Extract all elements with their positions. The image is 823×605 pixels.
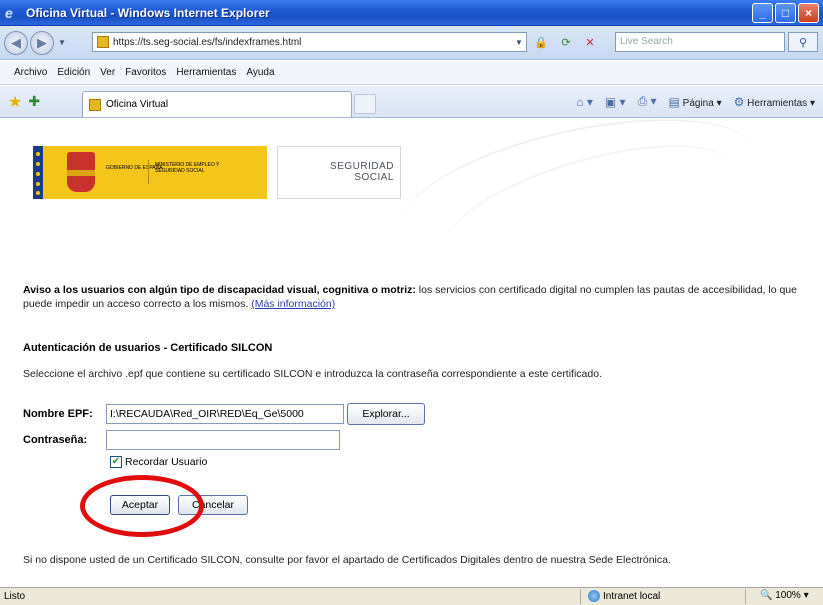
logo-separator <box>148 160 149 184</box>
new-tab-button[interactable] <box>354 94 376 114</box>
page-content: GOBIERNO DE ESPAÑA MINISTERIO DE EMPLEO … <box>0 119 823 587</box>
add-favorite-icon[interactable]: ✚ <box>28 93 40 110</box>
epf-label: Nombre EPF: <box>23 408 93 420</box>
remember-user[interactable]: ✔ Recordar Usuario <box>110 456 207 468</box>
window-controls: _ □ × <box>752 3 819 23</box>
feeds-icon[interactable]: ▣ ▾ <box>605 95 626 109</box>
eu-stripe <box>33 146 43 199</box>
accessibility-notice: Aviso a los usuarios con algún tipo de d… <box>23 283 799 311</box>
menu-bar: Archivo Edición Ver Favoritos Herramient… <box>0 61 823 85</box>
ss-logo-line1: SEGURIDAD <box>330 161 394 172</box>
address-dropdown-icon[interactable]: ▼ <box>512 32 526 52</box>
window-title: Oficina Virtual - Windows Internet Explo… <box>26 5 270 20</box>
password-label: Contraseña: <box>23 434 88 446</box>
zoom-value: 100% <box>775 590 801 601</box>
search-button[interactable]: ⚲ <box>788 32 818 52</box>
ministry-logo-text: MINISTERIO DE EMPLEO Y SEGURIDAD SOCIAL <box>155 162 220 174</box>
browse-button[interactable]: Explorar... <box>347 403 425 425</box>
command-bar: ⌂ ▾ ▣ ▾ ⎙ ▾ ▤ Página ▾ ⚙ Herramientas ▾ <box>576 94 815 109</box>
menu-edicion[interactable]: Edición <box>57 67 90 78</box>
tab-favicon-icon <box>89 98 101 111</box>
remember-label: Recordar Usuario <box>125 456 208 468</box>
auth-title: Autenticación de usuarios - Certificado … <box>23 342 273 354</box>
zone-label: Intranet local <box>603 590 661 602</box>
security-zone[interactable]: Intranet local <box>588 590 660 602</box>
menu-ayuda[interactable]: Ayuda <box>246 67 274 78</box>
tools-menu-label: Herramientas <box>747 97 808 109</box>
tab-oficina-virtual[interactable]: Oficina Virtual <box>82 91 352 117</box>
refresh-icon[interactable]: ⟳ <box>556 32 576 52</box>
page-icon: ▤ <box>668 94 680 109</box>
stop-icon[interactable]: ✕ <box>580 32 600 52</box>
ss-logo-line2: SOCIAL <box>354 172 394 183</box>
home-icon[interactable]: ⌂ ▾ <box>576 95 593 109</box>
page-menu[interactable]: ▤ Página ▾ <box>669 95 722 109</box>
menu-archivo[interactable]: Archivo <box>14 67 47 78</box>
print-icon[interactable]: ⎙ ▾ <box>638 94 657 109</box>
zoom-icon: 🔍 <box>760 590 773 601</box>
auth-instructions: Seleccione el archivo .epf que contiene … <box>23 368 602 380</box>
search-input[interactable]: Live Search <box>615 32 785 52</box>
site-favicon-icon <box>97 36 109 48</box>
status-divider <box>580 589 581 604</box>
coat-of-arms-icon <box>67 152 95 192</box>
government-logo: GOBIERNO DE ESPAÑA MINISTERIO DE EMPLEO … <box>33 146 267 199</box>
lock-icon[interactable]: 🔒 <box>534 32 548 52</box>
forward-arrow-icon: ▶ <box>37 34 47 50</box>
status-divider <box>745 589 746 604</box>
minimize-button[interactable]: _ <box>752 3 773 23</box>
window-titlebar: e Oficina Virtual - Windows Internet Exp… <box>0 0 823 26</box>
tools-menu[interactable]: ⚙ Herramientas ▾ <box>734 95 815 109</box>
tab-label: Oficina Virtual <box>106 99 169 110</box>
status-bar: Listo Intranet local 🔍 100% ▾ <box>0 587 823 605</box>
menu-ver[interactable]: Ver <box>100 67 115 78</box>
back-button[interactable]: ◀ <box>4 30 28 55</box>
seguridad-social-logo: SEGURIDAD SOCIAL <box>277 146 401 199</box>
favorites-star-icon[interactable]: ★ <box>8 92 22 112</box>
accept-button[interactable]: Aceptar <box>110 495 170 515</box>
tab-bar: ★ ✚ Oficina Virtual ⌂ ▾ ▣ ▾ ⎙ ▾ ▤ Página… <box>0 86 823 118</box>
back-arrow-icon: ◀ <box>11 34 21 50</box>
close-button[interactable]: × <box>798 3 819 23</box>
password-field[interactable] <box>106 430 340 450</box>
remember-checkbox[interactable]: ✔ <box>110 456 122 468</box>
status-text: Listo <box>4 591 26 602</box>
globe-icon <box>588 590 600 602</box>
notice-bold: Aviso a los usuarios con algún tipo de d… <box>23 284 416 296</box>
menu-favoritos[interactable]: Favoritos <box>125 67 166 78</box>
ie-logo-icon: e <box>5 4 13 21</box>
cancel-button[interactable]: Cancelar <box>178 495 248 515</box>
search-icon: ⚲ <box>798 36 808 49</box>
maximize-button[interactable]: □ <box>775 3 796 23</box>
address-url: https://ts.seg-social.es/fs/indexframes.… <box>113 36 302 48</box>
menu-herramientas[interactable]: Herramientas <box>176 67 236 78</box>
footer-text: Si no dispone usted de un Certificado SI… <box>23 554 671 566</box>
tools-icon: ⚙ <box>733 94 745 109</box>
more-info-link[interactable]: (Más información) <box>251 298 335 310</box>
page-menu-label: Página <box>682 97 714 109</box>
history-dropdown-icon[interactable]: ▼ <box>58 38 66 47</box>
address-row: ◀ ▶ ▼ https://ts.seg-social.es/fs/indexf… <box>0 26 823 60</box>
address-field[interactable]: https://ts.seg-social.es/fs/indexframes.… <box>92 32 527 52</box>
zoom-level[interactable]: 🔍 100% ▾ <box>760 590 809 601</box>
forward-button[interactable]: ▶ <box>30 30 54 55</box>
epf-file-input[interactable]: I:\RECAUDA\Red_OIR\RED\Eq_Ge\5000 <box>106 404 344 424</box>
